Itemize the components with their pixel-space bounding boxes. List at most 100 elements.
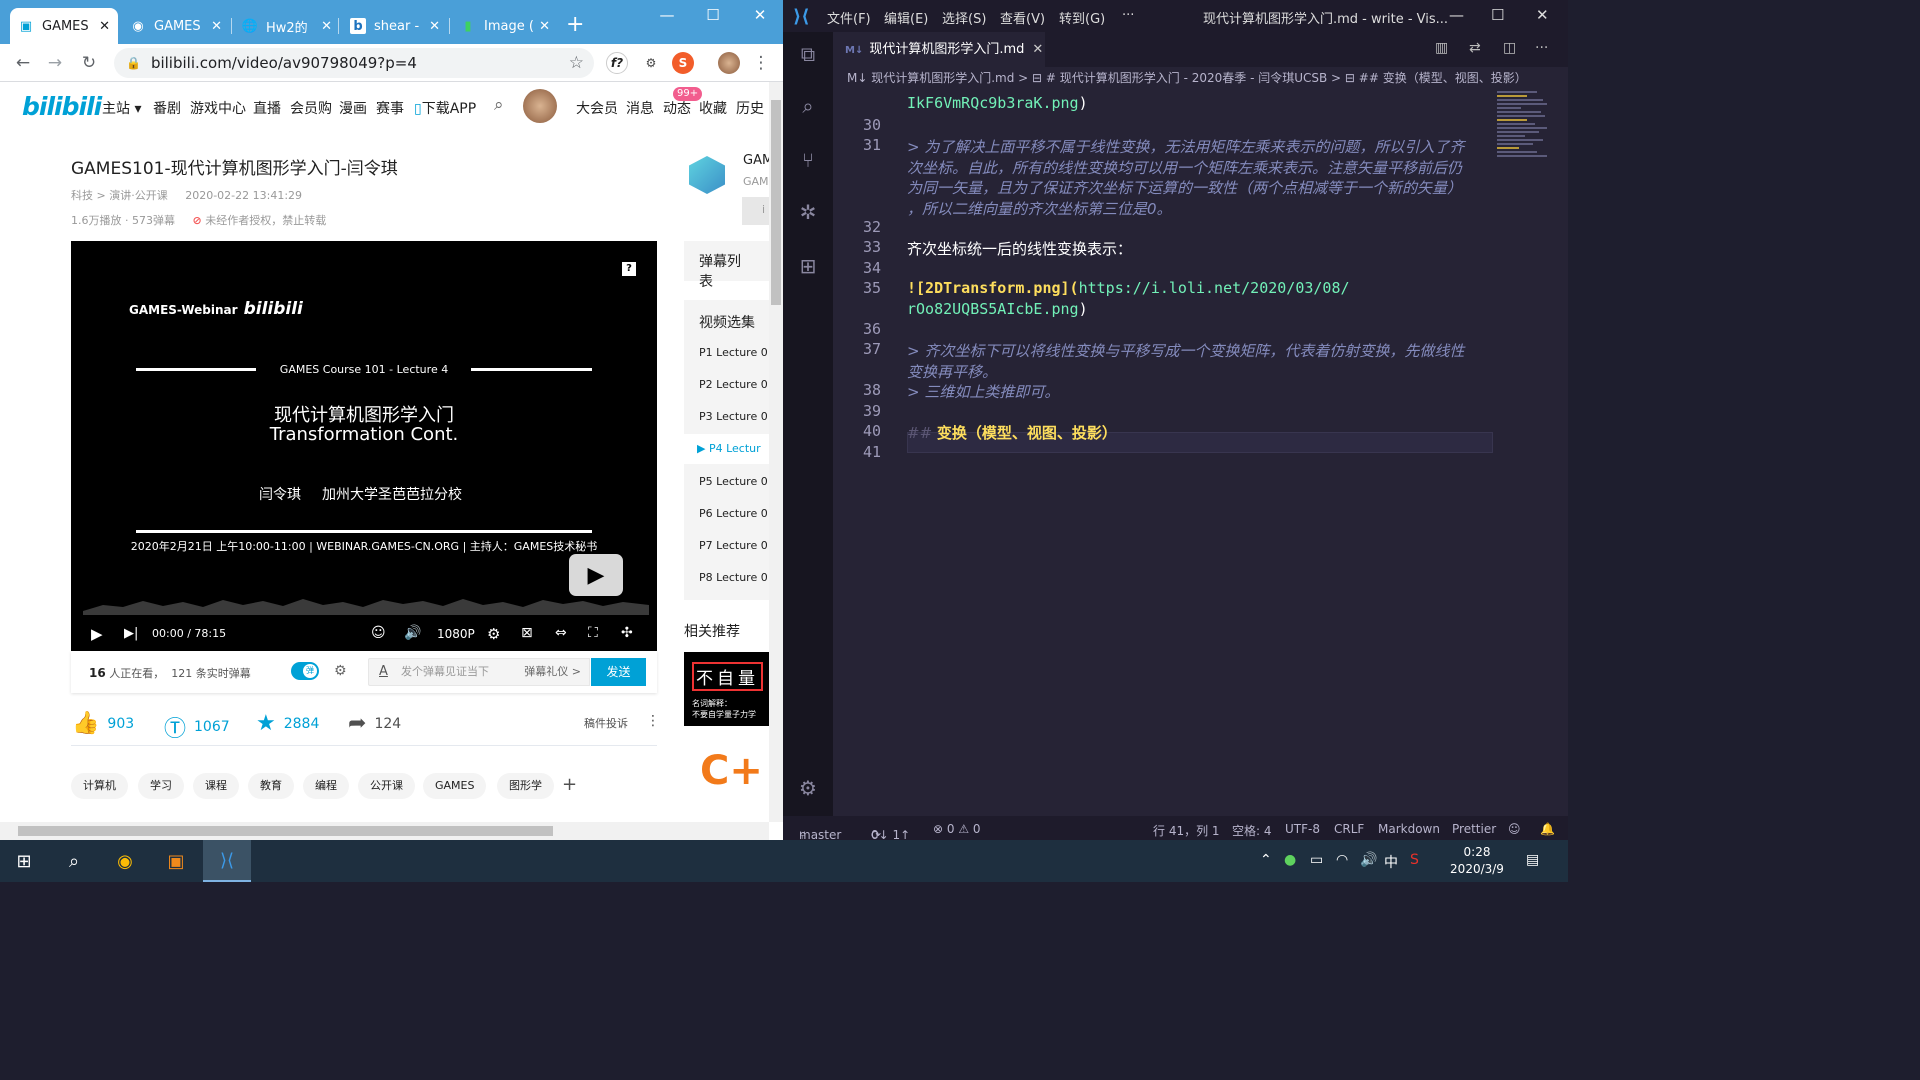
episode-item[interactable]: P3 Lecture 0 [699,410,768,423]
language-status[interactable]: Markdown [1378,822,1440,836]
bilibili-logo[interactable]: bilibili [22,92,102,121]
tag-item[interactable]: GAMES [423,773,487,799]
nav-history[interactable]: 历史 [736,98,764,118]
system-clock[interactable]: 0:28 2020/3/9 [1442,844,1512,878]
notification-bell-icon[interactable]: 🔔 [1540,822,1555,836]
wechat-icon[interactable]: ● [1284,852,1296,868]
coin-button[interactable]: Ⓣ 1067 [164,711,230,743]
search-icon[interactable]: ⌕ [796,94,820,118]
report-link[interactable]: 稿件投诉 [584,715,628,731]
episode-item[interactable]: P6 Lecture 0 [699,507,768,520]
minimize-button[interactable]: — [1449,6,1464,24]
menu-view[interactable]: 查看(V) [1000,8,1045,27]
code-line[interactable]: 次坐标。自此，所有的线性变换均可以用一个矩阵左乘来表示。注意矢量平移前后仍 [907,157,1462,178]
more-actions-icon[interactable]: ··· [1535,40,1548,56]
fullscreen-icon[interactable]: ✣ [621,625,633,641]
more-options-icon[interactable]: ⋮ [646,713,660,729]
nav-messages[interactable]: 消息 [626,98,654,118]
nav-bangumi[interactable]: 番剧 [153,98,181,118]
quality-select[interactable]: 1080P [437,627,475,641]
debug-icon[interactable]: ✲ [796,200,820,224]
maximize-button[interactable]: ☐ [698,6,728,24]
menu-kebab-icon[interactable]: ⋮ [748,50,774,76]
video-player[interactable]: ? GAMES-Webinar bilibili GAMES Course 101… [71,241,657,651]
close-tab-icon[interactable]: ✕ [99,19,110,34]
widescreen-icon[interactable]: ⇔ [555,625,567,641]
help-icon[interactable]: ? [622,262,636,276]
nav-mall[interactable]: 会员购 [290,98,332,118]
code-editor[interactable]: IkF6VmRQc9b3raK.png) 30 31 > 为了解决上面平移不属于线性变… [833,89,1545,816]
tag-item[interactable]: 图形学 [497,773,554,799]
play-icon[interactable]: ▶ [91,625,103,643]
menu-more[interactable]: ··· [1122,8,1134,23]
volume-icon[interactable]: 🔊 [1360,852,1377,868]
scroll-thumb[interactable] [18,826,553,836]
settings-gear-icon[interactable]: ⚙ [487,625,500,643]
explorer-icon[interactable]: ⧉ [796,42,820,66]
episode-item[interactable]: P5 Lecture 0 [699,475,768,488]
video-category[interactable]: 科技 > 演讲·公开课 [71,189,168,202]
nav-main[interactable]: 主站 ▾ [102,98,141,118]
code-line[interactable]: ## 变换（模型、视图、投影） [907,422,1117,443]
menu-file[interactable]: 文件(F) [827,8,871,27]
feedback-icon[interactable]: ☺ [1508,822,1521,836]
nav-live[interactable]: 直播 [253,98,281,118]
new-tab-button[interactable]: + [566,12,584,37]
danmaku-mode-icon[interactable]: ☺ [371,625,386,641]
tag-item[interactable]: 公开课 [358,773,415,799]
action-center-icon[interactable]: ▤ [1526,852,1539,868]
favorite-button[interactable]: ★ 2884 [256,711,319,736]
nav-esports[interactable]: 赛事 [376,98,404,118]
minimap[interactable] [1497,89,1553,169]
nav-manga[interactable]: 漫画 [339,98,367,118]
close-tab-icon[interactable]: ✕ [429,19,440,34]
add-tag-button[interactable]: + [562,774,577,795]
tray-expand-icon[interactable]: ⌃ [1260,852,1272,868]
problems-status[interactable]: ⊗ 0 ⚠ 0 [933,822,981,836]
breadcrumb[interactable]: M↓ 现代计算机图形学入门.md > ⊟ # 现代计算机图形学入门 - 2020… [833,67,1568,89]
cursor-position[interactable]: 行 41，列 1 [1153,822,1220,839]
address-bar[interactable]: 🔒 bilibili.com/video/av90798049?p=4 ☆ [114,48,594,78]
user-avatar[interactable] [523,89,557,123]
next-icon[interactable]: ▶| [124,626,138,641]
close-tab-icon[interactable]: ✕ [321,19,332,34]
ime-indicator[interactable]: 中 [1384,852,1398,872]
indent-status[interactable]: 空格: 4 [1232,822,1272,839]
danmaku-toggle[interactable]: 弹 [291,662,319,680]
related-video-thumb[interactable]: 不自量 名词解释： 不要自学量子力学 [684,652,769,726]
chrome-icon[interactable]: ◉ [101,840,149,882]
search-icon[interactable]: ⌕ [50,840,98,882]
browser-tab-4[interactable]: b shear - ✕ [342,8,448,44]
vscode-taskbar-icon[interactable]: ⟩⟨ [203,840,251,882]
browser-tab-5[interactable]: ▮ Image ( ✕ [452,8,558,44]
progress-waveform[interactable] [83,589,649,615]
episode-item-current[interactable]: ▶ P4 Lectur [697,442,761,455]
danmaku-off-icon[interactable]: ⊠ [521,625,533,641]
search-icon[interactable]: ⌕ [494,95,504,115]
s-extension-icon[interactable]: S [672,52,694,74]
formula-extension-icon[interactable]: f? [606,52,628,74]
source-control-icon[interactable]: ⑂ [796,148,820,172]
code-line[interactable]: > 齐次坐标下可以将线性变换与平移写成一个变换矩阵，代表着仿射变换，先做线性 [907,340,1464,361]
open-preview-icon[interactable]: ▥ [1435,40,1448,56]
send-button[interactable]: 发送 [591,658,646,686]
scroll-thumb[interactable] [771,100,781,305]
code-line[interactable]: 为同一矢量，且为了保证齐次坐标下运算的一致性（两个点相减等于一个新的矢量） [907,177,1462,198]
reload-button[interactable]: ↻ [76,50,102,76]
browser-tab-1[interactable]: ▣ GAMES ✕ [10,8,118,44]
episode-item[interactable]: P8 Lecture 0 [699,571,768,584]
nav-favorites[interactable]: 收藏 [699,98,727,118]
wifi-icon[interactable]: ◠ [1336,852,1348,868]
code-line[interactable]: > 三维如上类推即可。 [907,381,1059,402]
horizontal-scrollbar[interactable] [0,822,769,840]
danmaku-list-toggle[interactable]: 弹幕列表 [684,241,769,290]
menu-go[interactable]: 转到(G) [1059,8,1105,27]
nav-dynamic[interactable]: 动态 [663,98,691,118]
minimize-button[interactable]: — [652,6,682,24]
close-tab-icon[interactable]: ✕ [1032,42,1043,57]
battery-icon[interactable]: ▭ [1310,852,1323,868]
close-window-button[interactable]: ✕ [745,6,775,24]
episode-item[interactable]: P1 Lecture 0 [699,346,768,359]
tag-item[interactable]: 学习 [138,773,184,799]
maximize-button[interactable]: ☐ [1491,6,1504,24]
